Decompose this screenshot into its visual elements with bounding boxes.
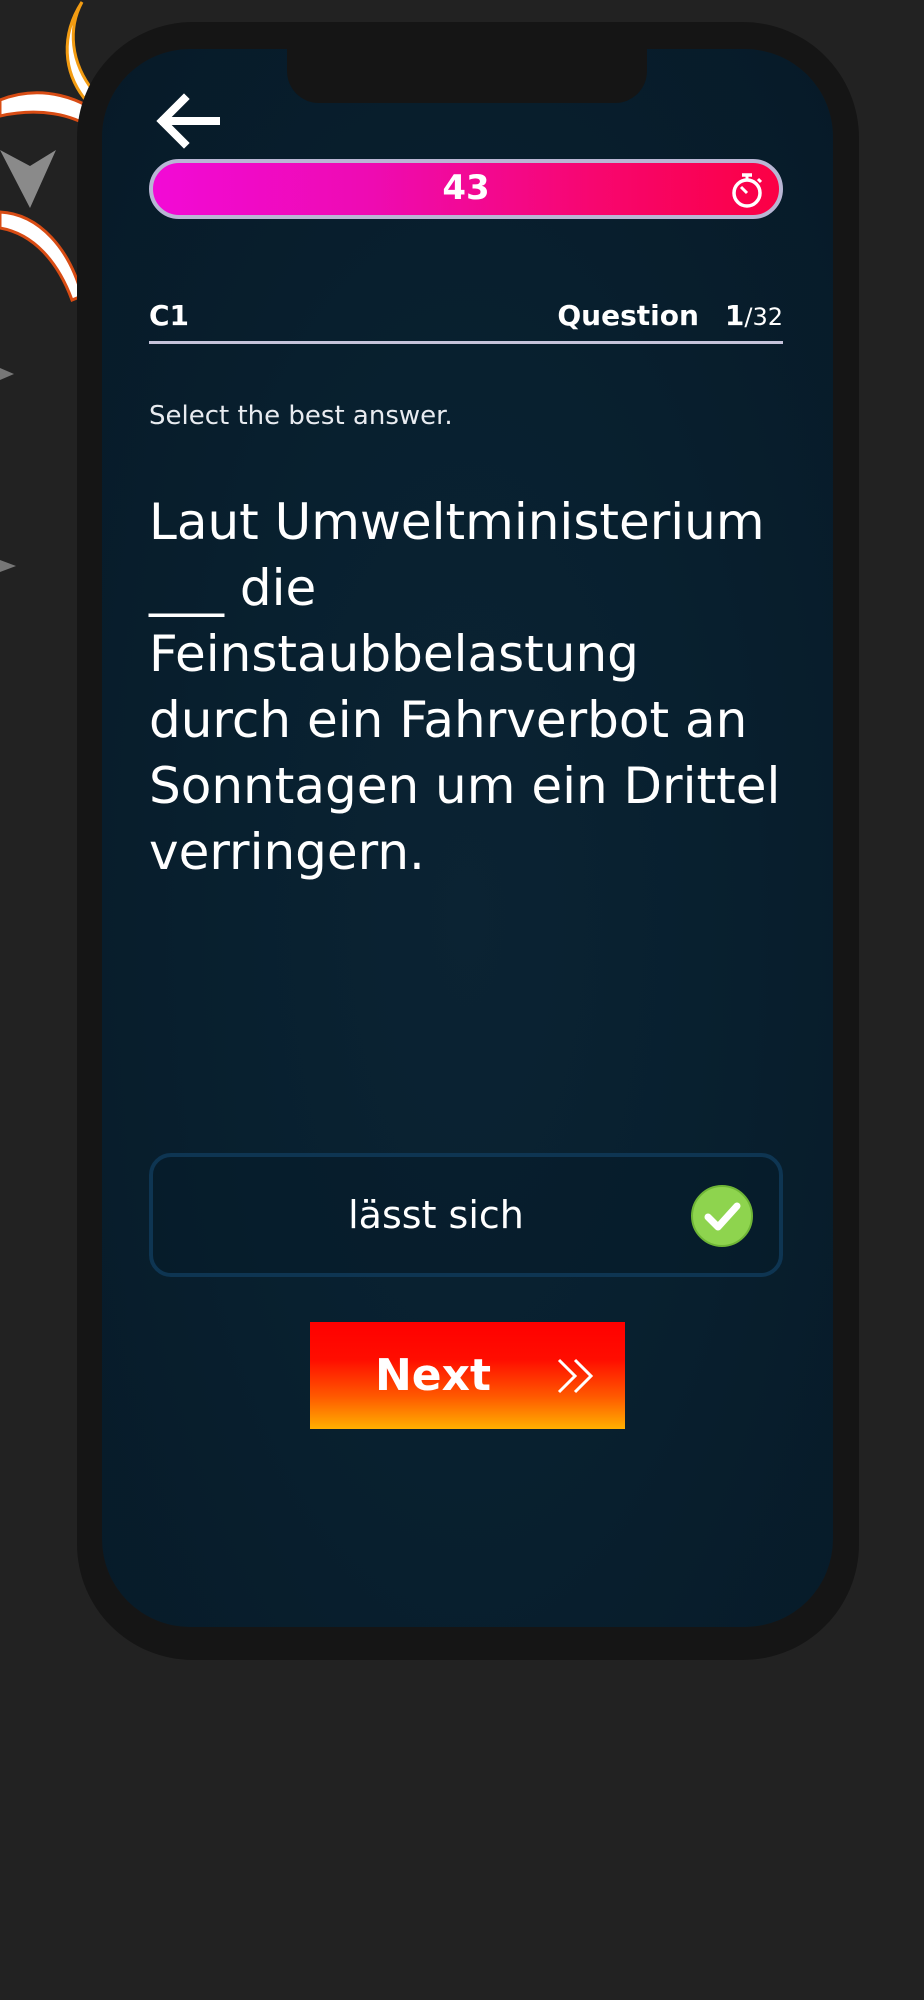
app-screen: 43 C1 Question 1/32 Select the best answe… [102, 49, 833, 1627]
timer-value: 43 [442, 168, 490, 208]
phone-frame: 43 C1 Question 1/32 Select the best answe… [77, 22, 859, 1660]
answer-option[interactable]: lässt sich [149, 1153, 783, 1277]
question-text: Laut Umweltministerium ___ die Feinstaub… [149, 493, 781, 881]
double-chevron-right-icon [557, 1358, 594, 1394]
back-arrow-icon [156, 93, 220, 149]
level-label: C1 [149, 299, 190, 332]
timer-bar: 43 [149, 159, 783, 219]
check-circle-icon [691, 1185, 753, 1247]
instruction-text: Select the best answer. [149, 401, 453, 431]
question-counter: Question 1/32 [557, 299, 783, 332]
next-button-label: Next [374, 1350, 492, 1401]
phone-notch [287, 49, 647, 103]
question-total: /32 [744, 303, 783, 331]
stopwatch-icon [732, 173, 763, 208]
question-label: Question [557, 299, 699, 332]
question-current-number: 1 [724, 299, 745, 332]
quiz-meta-row: C1 Question 1/32 [149, 299, 783, 344]
answer-option-label: lässt sich [348, 1193, 524, 1237]
next-button[interactable]: Next [310, 1322, 625, 1429]
back-button[interactable] [154, 91, 222, 151]
